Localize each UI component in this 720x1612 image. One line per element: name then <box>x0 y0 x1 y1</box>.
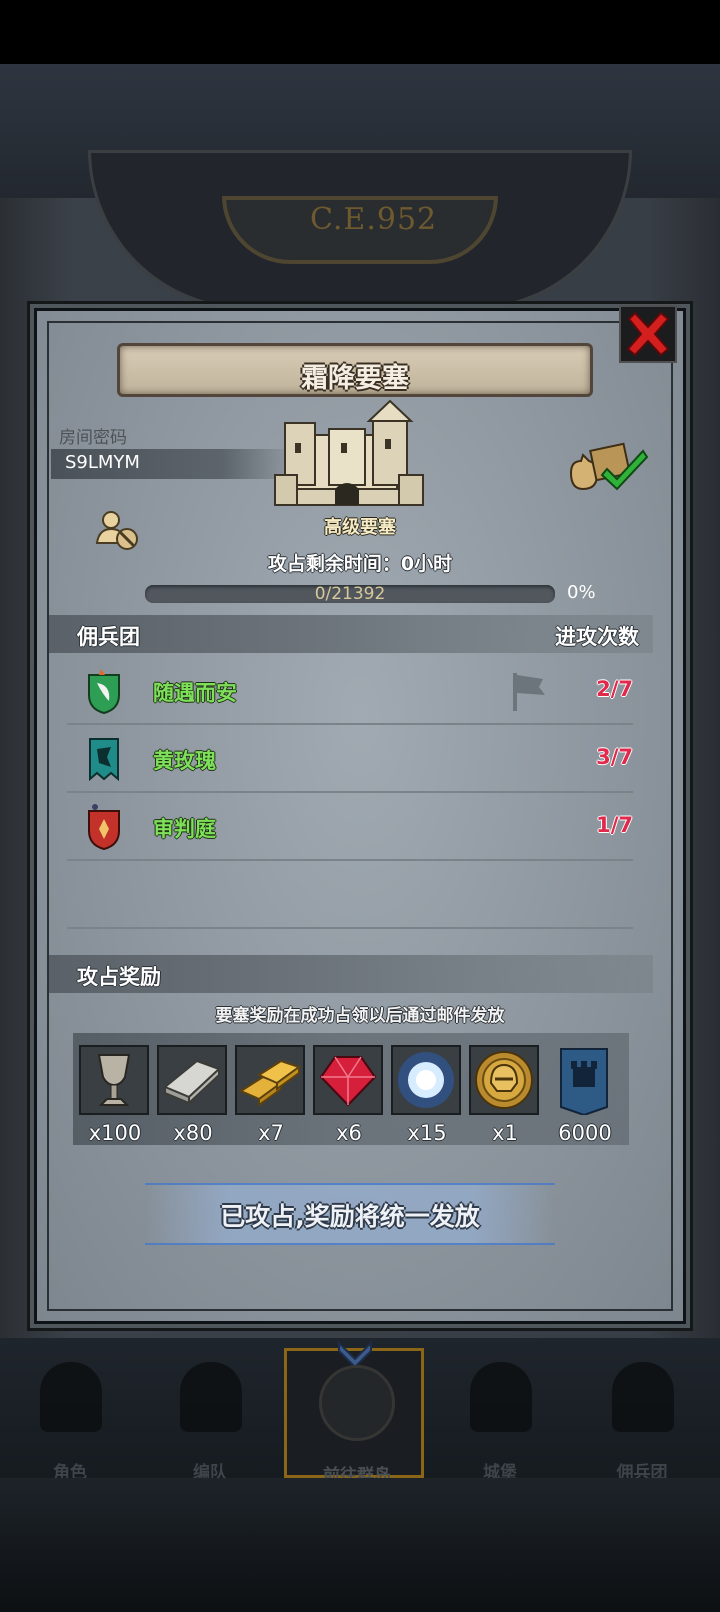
nav-item-mercenary[interactable]: 佣兵团 <box>572 1348 712 1483</box>
fortress-dialog: 霜降要塞 房间密码 S9LMYM 高级要塞 攻占剩余时间：0小时 0/21392… <box>34 305 686 1324</box>
golden-helmet-medal-icon <box>475 1051 533 1109</box>
teal-banner-emblem-icon <box>89 738 119 782</box>
loot-claimed-icon[interactable] <box>569 439 649 491</box>
progress-text: 0/21392 <box>314 584 386 604</box>
era-label: C.E.952 <box>310 202 438 237</box>
goblet-icon <box>97 1054 131 1106</box>
empty-row <box>67 861 633 929</box>
reward-item[interactable]: x6 <box>313 1045 385 1145</box>
silver-ingot-icon <box>163 1059 221 1106</box>
mercenary-row[interactable]: 黄玫瑰 3/7 <box>67 725 633 793</box>
reward-item[interactable]: x80 <box>157 1045 229 1145</box>
nav-item-formation[interactable]: 编队 <box>140 1348 280 1483</box>
reward-slot[interactable] <box>549 1045 619 1117</box>
reward-section-title: 攻占奖励 <box>77 965 161 989</box>
red-shield-emblem-icon <box>88 804 120 851</box>
mercenary-section-title: 佣兵团 <box>77 625 140 649</box>
blue-crystal-icon <box>398 1052 454 1108</box>
reward-item[interactable]: x15 <box>391 1045 463 1145</box>
title-banner: 霜降要塞 <box>117 343 593 397</box>
reward-section-header: 攻占奖励 <box>49 955 653 993</box>
reward-slot[interactable] <box>313 1045 383 1115</box>
room-code-label: 房间密码 <box>59 428 127 448</box>
reward-item[interactable]: x100 <box>79 1045 151 1145</box>
fortress-banner-icon <box>560 1048 608 1117</box>
nav-item-character[interactable]: 角色 <box>0 1348 140 1483</box>
reward-note: 要塞奖励在成功占领以后通过邮件发放 <box>215 1006 505 1026</box>
reward-qty: x100 <box>88 1121 142 1145</box>
mercenary-icon <box>612 1362 674 1432</box>
fortress-icon <box>274 399 424 506</box>
ruby-gem-icon <box>319 1056 377 1107</box>
attack-count: 3/7 <box>596 745 633 769</box>
progress-percent: 0% <box>567 582 596 603</box>
bottom-nav: 角色 编队 前往群岛 城堡 佣兵团 <box>0 1338 720 1486</box>
reward-item[interactable]: x7 <box>235 1045 307 1145</box>
mercenary-row[interactable]: 随遇而安 2/7 <box>67 657 633 725</box>
reward-qty: 6000 <box>558 1121 612 1145</box>
reward-qty: x6 <box>336 1121 362 1145</box>
mercenary-row[interactable]: 审判庭 1/7 <box>67 793 633 861</box>
mercenary-name: 随遇而安 <box>153 681 237 705</box>
gold-bars-icon <box>238 1059 302 1107</box>
reward-slot[interactable] <box>157 1045 227 1115</box>
mercenary-section-header: 佣兵团 进攻次数 <box>49 615 653 653</box>
reward-qty: x15 <box>407 1121 447 1145</box>
occupy-timer: 攻占剩余时间：0小时 <box>267 553 453 575</box>
status-bar-area <box>0 0 720 64</box>
green-white-shield-emblem-icon <box>88 669 120 715</box>
formation-icon <box>180 1362 242 1432</box>
castle-icon <box>470 1362 532 1432</box>
nav-item-archipelago[interactable]: 前往群岛 <box>284 1340 424 1486</box>
occupy-progress-bar: 0/21392 <box>145 585 555 603</box>
close-button[interactable] <box>619 305 677 363</box>
reward-slot[interactable] <box>469 1045 539 1115</box>
close-icon <box>626 311 670 357</box>
dialog-title: 霜降要塞 <box>301 363 409 394</box>
occupied-status-button[interactable]: 已攻占,奖励将统一发放 <box>145 1183 555 1245</box>
background-lower <box>0 1478 720 1612</box>
attack-count-header: 进攻次数 <box>555 625 639 649</box>
knight-icon <box>40 1362 102 1432</box>
attack-count: 1/7 <box>596 813 633 837</box>
compass-icon <box>319 1365 395 1441</box>
mercenary-name: 黄玫瑰 <box>153 749 216 773</box>
room-code: S9LMYM <box>65 452 140 473</box>
status-button-label: 已攻占,奖励将统一发放 <box>220 1202 480 1231</box>
nav-item-castle[interactable]: 城堡 <box>430 1348 570 1483</box>
reward-item[interactable]: 6000 <box>549 1045 621 1145</box>
reward-qty: x1 <box>492 1121 518 1145</box>
reward-slot[interactable] <box>79 1045 149 1115</box>
flag-icon <box>513 673 545 711</box>
reward-slot[interactable] <box>235 1045 305 1115</box>
reward-item[interactable]: x1 <box>469 1045 541 1145</box>
attack-count: 2/7 <box>596 677 633 701</box>
reward-qty: x7 <box>258 1121 284 1145</box>
fortress-level: 高级要塞 <box>324 517 396 538</box>
reward-slot[interactable] <box>391 1045 461 1115</box>
reward-qty: x80 <box>173 1121 213 1145</box>
mercenary-name: 审判庭 <box>153 817 216 841</box>
